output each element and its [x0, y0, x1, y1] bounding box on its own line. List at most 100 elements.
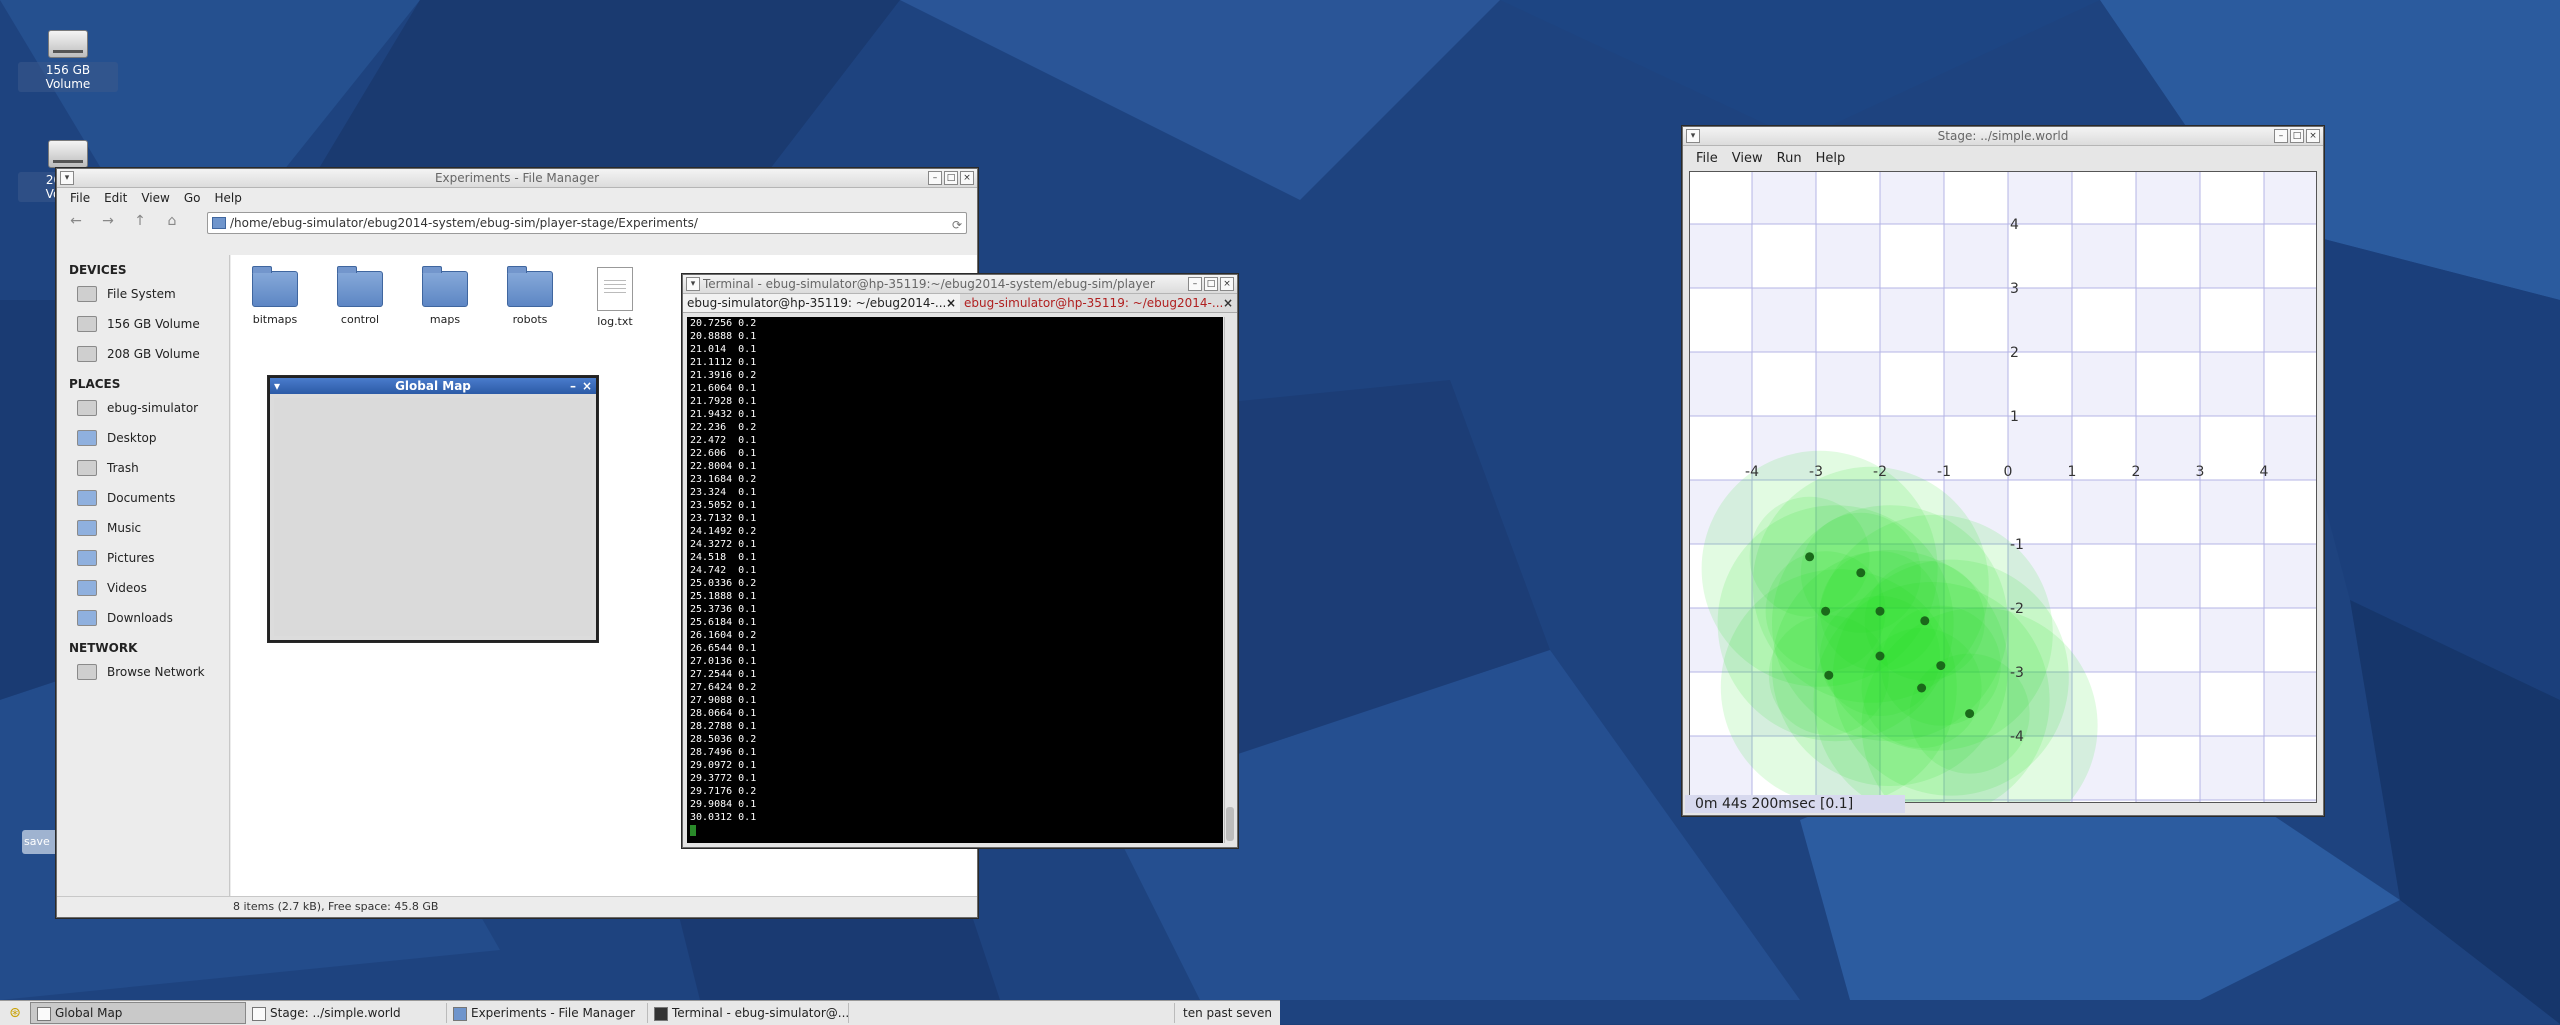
- folder-icon: [507, 266, 553, 307]
- sidebar-item-label: ebug-simulator: [107, 401, 199, 415]
- window-title: Experiments - File Manager: [434, 171, 600, 185]
- global-map-titlebar[interactable]: ▾ Global Map – ×: [270, 378, 596, 394]
- file-item-maps[interactable]: maps: [405, 266, 485, 326]
- menu-view[interactable]: View: [134, 191, 176, 205]
- grid-cell: [2008, 416, 2072, 480]
- terminal-line: 28.7496 0.1: [690, 747, 757, 758]
- close-button[interactable]: ×: [960, 171, 974, 185]
- minimize-button[interactable]: –: [2274, 129, 2288, 143]
- maximize-button[interactable]: □: [1204, 277, 1218, 291]
- menu-run[interactable]: Run: [1770, 151, 1809, 166]
- grid-cell: [1816, 352, 1880, 416]
- sidebar-item-156gb-volume[interactable]: 156 GB Volume: [57, 309, 229, 339]
- desktop-icon-156gb-volume[interactable]: 156 GB Volume: [18, 30, 118, 92]
- grid-cell: [2264, 288, 2316, 352]
- reload-icon[interactable]: ⟳: [952, 215, 962, 235]
- terminal-line: 29.0972 0.1: [690, 760, 757, 771]
- file-item-bitmaps[interactable]: bitmaps: [235, 266, 315, 326]
- task-label: Stage: ../simple.world: [270, 1006, 401, 1020]
- file-item-log-txt[interactable]: log.txt: [575, 267, 655, 328]
- grid-cell: [1880, 288, 1944, 352]
- robot-marker: [1856, 568, 1866, 578]
- task-stage[interactable]: Stage: ../simple.world: [246, 1003, 447, 1023]
- sidebar-item-documents[interactable]: Documents: [57, 483, 229, 513]
- terminal-window: ▾ Terminal - ebug-simulator@hp-35119:~/e…: [682, 274, 1238, 848]
- up-arrow-icon[interactable]: ↑: [127, 210, 153, 232]
- desktop-icon-save-partial[interactable]: save: [22, 830, 58, 854]
- back-arrow-icon[interactable]: ←: [63, 210, 89, 232]
- grid-cell: [2072, 480, 2136, 544]
- terminal-output[interactable]: 20.7256 0.2 20.8888 0.1 21.014 0.1 21.1112 …: [687, 317, 1223, 843]
- robot-marker: [1875, 651, 1885, 661]
- window-menu-icon[interactable]: ▾: [686, 277, 700, 291]
- stage-world-canvas[interactable]: -4 -3 -2 -1 0 1 2 3 4 4 3 2 1 -1 -2 -3 -4: [1689, 171, 2317, 803]
- maximize-button[interactable]: □: [944, 171, 958, 185]
- terminal-scrollbar[interactable]: [1224, 317, 1235, 843]
- robot-marker: [1920, 616, 1930, 626]
- desktop-icon: [77, 430, 97, 446]
- grid-cell: [2264, 672, 2316, 736]
- forward-arrow-icon[interactable]: →: [95, 210, 121, 232]
- maximize-button[interactable]: □: [2290, 129, 2304, 143]
- terminal-line: 23.1684 0.2: [690, 474, 757, 485]
- close-button[interactable]: ×: [2306, 129, 2320, 143]
- menu-help[interactable]: Help: [207, 191, 248, 205]
- menu-help[interactable]: Help: [1809, 151, 1853, 166]
- close-button[interactable]: ×: [1220, 277, 1234, 291]
- menu-edit[interactable]: Edit: [97, 191, 134, 205]
- home-icon[interactable]: ⌂: [159, 210, 185, 232]
- task-terminal[interactable]: Terminal - ebug-simulator@...: [648, 1003, 849, 1023]
- sidebar-item-home[interactable]: ebug-simulator: [57, 393, 229, 423]
- sidebar-item-desktop[interactable]: Desktop: [57, 423, 229, 453]
- y-tick-label: -2: [2010, 601, 2024, 617]
- folder-icon: [77, 610, 97, 626]
- sidebar-item-music[interactable]: Music: [57, 513, 229, 543]
- menu-file[interactable]: File: [1689, 151, 1725, 166]
- robot-marker: [1824, 670, 1834, 680]
- file-manager-titlebar[interactable]: ▾ Experiments - File Manager – □ ×: [57, 169, 977, 188]
- file-item-robots[interactable]: robots: [490, 266, 570, 326]
- terminal-line: 23.7132 0.1: [690, 513, 757, 524]
- stage-sim-time: 0m 44s 200msec [0.1]: [1685, 795, 1905, 813]
- task-global-map[interactable]: Global Map: [30, 1002, 246, 1024]
- minimize-button[interactable]: –: [1188, 277, 1202, 291]
- sidebar-item-videos[interactable]: Videos: [57, 573, 229, 603]
- menu-view[interactable]: View: [1725, 151, 1770, 166]
- grid-cell: [2200, 224, 2264, 288]
- app-menu-icon[interactable]: ⊛: [0, 1003, 30, 1023]
- menu-go[interactable]: Go: [177, 191, 208, 205]
- close-tab-icon[interactable]: ×: [1223, 294, 1233, 312]
- sidebar-item-label: Trash: [107, 461, 139, 475]
- terminal-line: 29.3772 0.1: [690, 773, 757, 784]
- grid-cell: [2136, 416, 2200, 480]
- menu-file[interactable]: File: [63, 191, 97, 205]
- grid-cell: [2264, 416, 2316, 480]
- y-tick-label: -1: [2010, 537, 2024, 553]
- sidebar-item-208gb-volume[interactable]: 208 GB Volume: [57, 339, 229, 369]
- grid-cell: [1944, 224, 2008, 288]
- scrollbar-thumb[interactable]: [1226, 807, 1234, 841]
- minimize-button[interactable]: –: [928, 171, 942, 185]
- file-item-control[interactable]: control: [320, 266, 400, 326]
- window-menu-icon[interactable]: ▾: [274, 378, 280, 394]
- robot-marker: [1965, 709, 1975, 719]
- grid-cell: [2200, 480, 2264, 544]
- close-button[interactable]: ×: [582, 378, 592, 394]
- task-file-manager[interactable]: Experiments - File Manager: [447, 1003, 648, 1023]
- terminal-tab-2[interactable]: ebug-simulator@hp-35119: ~/ebug2014-... ×: [960, 294, 1237, 312]
- sidebar-item-downloads[interactable]: Downloads: [57, 603, 229, 633]
- sidebar-item-pictures[interactable]: Pictures: [57, 543, 229, 573]
- minimize-button[interactable]: –: [570, 378, 576, 394]
- terminal-titlebar[interactable]: ▾ Terminal - ebug-simulator@hp-35119:~/e…: [683, 275, 1237, 294]
- close-tab-icon[interactable]: ×: [946, 294, 956, 312]
- sidebar-item-trash[interactable]: Trash: [57, 453, 229, 483]
- sidebar-item-label: 156 GB Volume: [107, 317, 200, 331]
- terminal-line: 26.1604 0.2: [690, 630, 757, 641]
- stage-titlebar[interactable]: ▾ Stage: ../simple.world – □ ×: [1683, 127, 2323, 146]
- terminal-tab-1[interactable]: ebug-simulator@hp-35119: ~/ebug2014-... ×: [683, 294, 960, 312]
- location-path-input[interactable]: /home/ebug-simulator/ebug2014-system/ebu…: [207, 212, 967, 234]
- status-bar: 8 items (2.7 kB), Free space: 45.8 GB: [57, 896, 977, 917]
- terminal-line: 27.0136 0.1: [690, 656, 757, 667]
- sidebar-item-file-system[interactable]: File System: [57, 279, 229, 309]
- sidebar-item-browse-network[interactable]: Browse Network: [57, 657, 229, 687]
